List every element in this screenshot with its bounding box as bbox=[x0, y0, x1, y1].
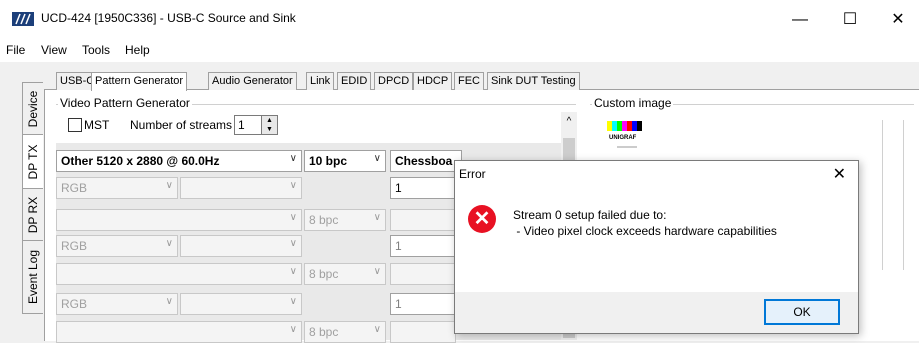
chevron-down-icon: ∨ bbox=[289, 153, 297, 164]
mst-label: MST bbox=[84, 118, 110, 132]
menu-view[interactable]: View bbox=[41, 43, 67, 57]
streams-stepper[interactable]: 1 ▲ ▼ bbox=[234, 115, 278, 135]
ok-button[interactable]: OK bbox=[764, 299, 840, 325]
chevron-down-icon: ∨ bbox=[165, 180, 173, 191]
tab-dpcd[interactable]: DPCD bbox=[374, 72, 414, 90]
mst-checkbox[interactable] bbox=[68, 118, 82, 132]
pattern-select-2[interactable] bbox=[390, 209, 456, 231]
streams-label: Number of streams bbox=[130, 118, 233, 132]
minimize-button[interactable]: — bbox=[780, 8, 820, 32]
bpc-select[interactable]: 10 bpc ∨ bbox=[304, 150, 386, 172]
chevron-down-icon: ∨ bbox=[373, 153, 381, 164]
pattern-param-field-3[interactable]: 1 bbox=[390, 293, 456, 315]
title-bar: UCD-424 [1950C336] - USB-C Source and Si… bbox=[0, 0, 919, 38]
tab-edid[interactable]: EDID bbox=[337, 72, 372, 90]
side-tab-device[interactable]: Device bbox=[22, 82, 43, 136]
chevron-down-icon: ∨ bbox=[373, 266, 381, 277]
pattern-select-3[interactable] bbox=[390, 263, 456, 285]
custom-image-title: Custom image bbox=[592, 96, 674, 110]
app-icon bbox=[12, 12, 34, 26]
colorimetry-select[interactable]: ∨ bbox=[180, 177, 302, 199]
menu-file[interactable]: File bbox=[6, 43, 25, 57]
side-tab-event-log[interactable]: Event Log bbox=[22, 240, 43, 314]
error-icon: ✕ bbox=[468, 205, 496, 233]
dialog-title: Error bbox=[459, 167, 486, 181]
error-dialog: Error ✕ ✕ Stream 0 setup failed due to: … bbox=[454, 160, 859, 334]
chevron-down-icon: ∨ bbox=[373, 212, 381, 223]
pattern-param-field[interactable]: 1 bbox=[390, 177, 456, 199]
video-group-title: Video Pattern Generator bbox=[58, 96, 192, 110]
error-message: Stream 0 setup failed due to: - Video pi… bbox=[513, 207, 777, 239]
side-tab-dp-rx[interactable]: DP RX bbox=[22, 188, 43, 242]
tab-pattern-generator[interactable]: Pattern Generator bbox=[91, 72, 188, 91]
chevron-down-icon: ∨ bbox=[289, 238, 297, 249]
colorimetry-select-3[interactable]: ∨ bbox=[180, 293, 302, 315]
chevron-down-icon: ∨ bbox=[289, 324, 297, 335]
chevron-down-icon: ∨ bbox=[289, 266, 297, 277]
color-format-select[interactable]: RGB ∨ bbox=[56, 177, 178, 199]
tab-fec[interactable]: FEC bbox=[454, 72, 484, 90]
tab-hdcp[interactable]: HDCP bbox=[413, 72, 453, 90]
timing-select-3[interactable]: ∨ bbox=[56, 263, 302, 285]
tab-audio-generator[interactable]: Audio Generator bbox=[208, 72, 297, 90]
chevron-down-icon: ∨ bbox=[165, 296, 173, 307]
chevron-down-icon: ∨ bbox=[165, 238, 173, 249]
scroll-up-icon[interactable]: ^ bbox=[561, 116, 577, 127]
custom-image-preview bbox=[882, 120, 904, 270]
chevron-down-icon: ∨ bbox=[289, 180, 297, 191]
side-tab-dp-tx[interactable]: DP TX bbox=[22, 134, 43, 190]
close-window-button[interactable]: ✕ bbox=[878, 8, 918, 32]
message-line-1: Stream 0 setup failed due to: bbox=[513, 208, 667, 222]
tab-sink-dut-testing[interactable]: Sink DUT Testing bbox=[487, 72, 580, 90]
tab-link[interactable]: Link bbox=[306, 72, 335, 90]
colorimetry-select-2[interactable]: ∨ bbox=[180, 235, 302, 257]
bpc-select-2[interactable]: 8 bpc ∨ bbox=[304, 209, 386, 231]
close-icon[interactable]: ✕ bbox=[833, 164, 846, 184]
chevron-down-icon: ∨ bbox=[289, 296, 297, 307]
bpc-select-3[interactable]: 8 bpc ∨ bbox=[304, 263, 386, 285]
menu-help[interactable]: Help bbox=[125, 43, 150, 57]
message-line-2: - Video pixel clock exceeds hardware cap… bbox=[513, 224, 777, 238]
dialog-footer: OK bbox=[455, 292, 858, 333]
stepper-arrows-icon[interactable]: ▲ ▼ bbox=[261, 116, 277, 134]
pattern-param-field-2[interactable]: 1 bbox=[390, 235, 456, 257]
menu-bar: File View Tools Help bbox=[0, 38, 919, 62]
maximize-button[interactable]: ☐ bbox=[830, 8, 870, 32]
menu-tools[interactable]: Tools bbox=[82, 43, 110, 57]
window-title: UCD-424 [1950C336] - USB-C Source and Si… bbox=[41, 11, 296, 25]
thumbnail-text: UNIGRAF bbox=[609, 135, 637, 141]
color-format-select-2[interactable]: RGB ∨ bbox=[56, 235, 178, 257]
pattern-select[interactable]: Chessboa bbox=[390, 150, 462, 172]
chevron-down-icon: ∨ bbox=[289, 212, 297, 223]
custom-image-thumbnail[interactable]: UNIGRAF bbox=[597, 117, 657, 157]
timing-select[interactable]: Other 5120 x 2880 @ 60.0Hz ∨ bbox=[56, 150, 302, 172]
chevron-down-icon: ∨ bbox=[373, 324, 381, 335]
color-format-select-3[interactable]: RGB ∨ bbox=[56, 293, 178, 315]
timing-select-2[interactable]: ∨ bbox=[56, 209, 302, 231]
